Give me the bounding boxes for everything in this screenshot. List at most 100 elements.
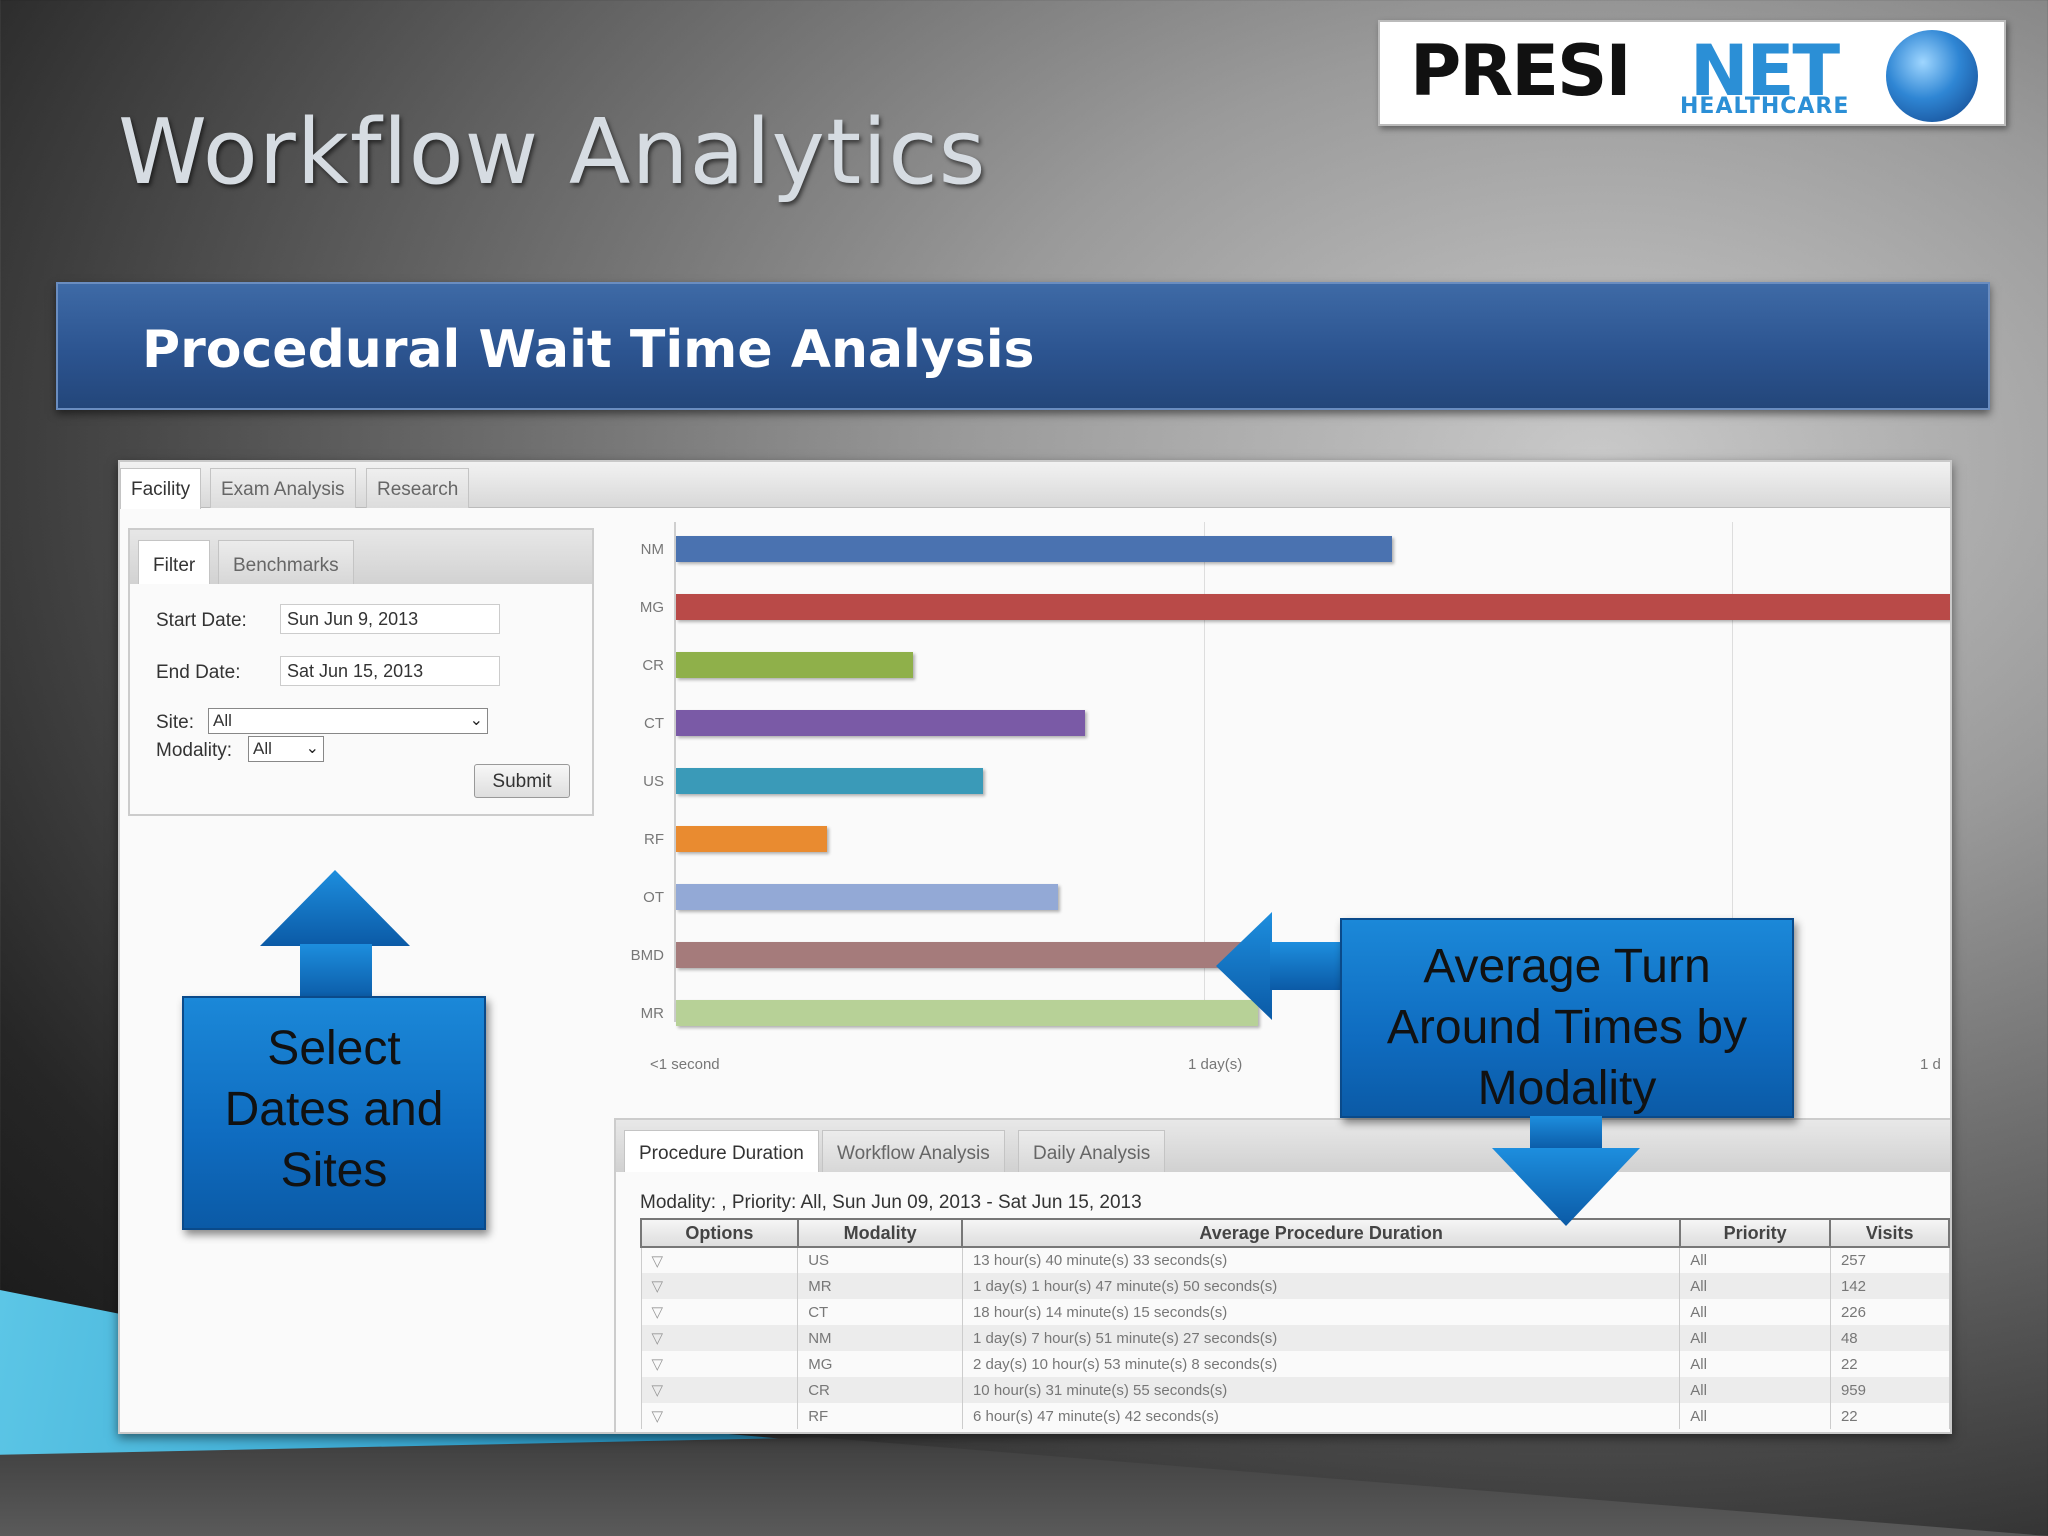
table-row: ▽ CT 18 hour(s) 14 minute(s) 15 seconds(s)… — [640, 1299, 1950, 1325]
col-average-duration[interactable]: Average Procedure Duration — [961, 1218, 1681, 1248]
tab-filter[interactable]: Filter — [138, 540, 211, 584]
modality-cell: NM — [797, 1325, 963, 1351]
modality-select[interactable]: All ⌄ — [248, 736, 324, 762]
modality-cell: CR — [797, 1377, 963, 1403]
x-tick-label: 1 d — [1920, 1056, 1941, 1073]
visits-cell: 226 — [1829, 1299, 1950, 1325]
col-visits[interactable]: Visits — [1829, 1218, 1950, 1248]
bar-label: US — [643, 773, 664, 790]
bar-rf[interactable] — [676, 826, 827, 852]
col-priority[interactable]: Priority — [1678, 1218, 1832, 1248]
callout-right-line3: Modality — [1477, 1062, 1657, 1115]
priority-cell: All — [1679, 1377, 1831, 1403]
visits-cell: 959 — [1829, 1377, 1950, 1403]
tab-workflow-analysis[interactable]: Workflow Analysis — [822, 1130, 1005, 1172]
procedure-duration-panel: Procedure Duration Workflow Analysis Dai… — [614, 1118, 1950, 1432]
tab-research[interactable]: Research — [366, 468, 470, 508]
tab-facility[interactable]: Facility — [120, 468, 202, 509]
callout-left-line1: Select — [267, 1022, 401, 1075]
callout-select-dates: Select Dates and Sites — [182, 996, 486, 1230]
section-banner: Procedural Wait Time Analysis — [56, 282, 1990, 410]
table-header-row: Options Modality Average Procedure Durat… — [640, 1218, 1950, 1248]
modality-cell: US — [797, 1247, 963, 1273]
filter-panel: Filter Benchmarks Start Date: Sun Jun 9,… — [128, 528, 594, 816]
col-options[interactable]: Options — [640, 1218, 799, 1248]
logo-healthcare-text: HEALTHCARE — [1680, 94, 1850, 119]
duration-cell: 1 day(s) 1 hour(s) 47 minute(s) 50 secon… — [961, 1273, 1681, 1299]
priority-cell: All — [1679, 1247, 1831, 1273]
visits-cell: 22 — [1829, 1403, 1950, 1429]
visits-cell: 257 — [1829, 1247, 1950, 1273]
filter-icon[interactable]: ▽ — [640, 1273, 799, 1299]
bar-cr[interactable] — [676, 652, 913, 678]
filter-icon[interactable]: ▽ — [640, 1247, 799, 1273]
bar-label: MG — [639, 599, 664, 616]
table-row: ▽ RF 6 hour(s) 47 minute(s) 42 seconds(s) A… — [640, 1403, 1950, 1429]
bar-ct[interactable] — [676, 710, 1086, 736]
bar-nm[interactable] — [676, 536, 1393, 562]
filter-icon[interactable]: ▽ — [640, 1325, 799, 1351]
filter-tabbar: Filter Benchmarks — [130, 530, 592, 584]
filter-icon[interactable]: ▽ — [640, 1299, 799, 1325]
site-label: Site: — [156, 712, 195, 733]
visits-cell: 142 — [1829, 1273, 1950, 1299]
modality-select-value: All — [253, 739, 272, 758]
tab-procedure-duration[interactable]: Procedure Duration — [624, 1130, 819, 1172]
modality-cell: MR — [797, 1273, 963, 1299]
modality-label: Modality: — [156, 740, 233, 761]
site-select-value: All — [213, 711, 232, 730]
bar-bmd[interactable] — [676, 942, 1264, 968]
callout-left-line3: Sites — [280, 1144, 388, 1197]
bar-label: RF — [644, 831, 664, 848]
duration-cell: 18 hour(s) 14 minute(s) 15 seconds(s) — [961, 1299, 1681, 1325]
tab-exam-analysis[interactable]: Exam Analysis — [210, 468, 356, 508]
left-arrow-shaft — [1270, 942, 1342, 990]
up-arrow-shaft — [300, 944, 372, 1000]
down-arrow-shaft — [1530, 1116, 1602, 1150]
globe-icon — [1886, 30, 1978, 122]
procedure-duration-table: Options Modality Average Procedure Durat… — [640, 1218, 1950, 1429]
visits-cell: 48 — [1829, 1325, 1950, 1351]
bar-label: OT — [643, 889, 664, 906]
bar-label: CR — [642, 657, 664, 674]
bar-ot[interactable] — [676, 884, 1059, 910]
filter-summary: Modality: , Priority: All, Sun Jun 09, 2… — [640, 1192, 1142, 1213]
table-row: ▽ MR 1 day(s) 1 hour(s) 47 minute(s) 50 se… — [640, 1273, 1950, 1299]
filter-icon[interactable]: ▽ — [640, 1403, 799, 1429]
site-select[interactable]: All ⌄ — [208, 708, 488, 734]
priority-cell: All — [1679, 1351, 1831, 1377]
callout-right-line2: Around Times by — [1386, 1001, 1748, 1054]
callout-right-line1: Average Turn — [1423, 940, 1711, 993]
duration-cell: 1 day(s) 7 hour(s) 51 minute(s) 27 secon… — [961, 1325, 1681, 1351]
visits-cell: 22 — [1829, 1351, 1950, 1377]
x-tick-label: 1 day(s) — [1188, 1056, 1243, 1073]
duration-cell: 13 hour(s) 40 minute(s) 33 seconds(s) — [961, 1247, 1681, 1273]
bar-label: CT — [644, 715, 664, 732]
priority-cell: All — [1679, 1325, 1831, 1351]
bar-mg[interactable] — [676, 594, 1950, 620]
presinet-logo: PRESI NET HEALTHCARE — [1378, 20, 2006, 126]
filter-icon[interactable]: ▽ — [640, 1351, 799, 1377]
bar-us[interactable] — [676, 768, 983, 794]
duration-cell: 10 hour(s) 31 minute(s) 55 seconds(s) — [961, 1377, 1681, 1403]
callout-left-line2: Dates and — [224, 1083, 444, 1136]
filter-icon[interactable]: ▽ — [640, 1377, 799, 1403]
col-modality[interactable]: Modality — [796, 1218, 964, 1248]
slide-title: Workflow Analytics — [118, 100, 987, 205]
submit-button[interactable]: Submit — [474, 764, 570, 798]
table-row: ▽ NM 1 day(s) 7 hour(s) 51 minute(s) 27 se… — [640, 1325, 1950, 1351]
logo-presi-text: PRESI — [1410, 30, 1631, 112]
tab-benchmarks[interactable]: Benchmarks — [218, 540, 354, 584]
tab-daily-analysis[interactable]: Daily Analysis — [1018, 1130, 1166, 1172]
chevron-down-icon: ⌄ — [305, 740, 319, 757]
start-date-field[interactable]: Sun Jun 9, 2013 — [280, 604, 500, 634]
duration-cell: 2 day(s) 10 hour(s) 53 minute(s) 8 secon… — [961, 1351, 1681, 1377]
duration-cell: 6 hour(s) 47 minute(s) 42 seconds(s) — [961, 1403, 1681, 1429]
priority-cell: All — [1679, 1299, 1831, 1325]
x-tick-label: <1 second — [650, 1056, 720, 1073]
chevron-down-icon: ⌄ — [469, 712, 483, 729]
modality-cell: MG — [797, 1351, 963, 1377]
bar-mr[interactable] — [676, 1000, 1258, 1026]
table-row: ▽ CR 10 hour(s) 31 minute(s) 55 seconds(s)… — [640, 1377, 1950, 1403]
end-date-field[interactable]: Sat Jun 15, 2013 — [280, 656, 500, 686]
